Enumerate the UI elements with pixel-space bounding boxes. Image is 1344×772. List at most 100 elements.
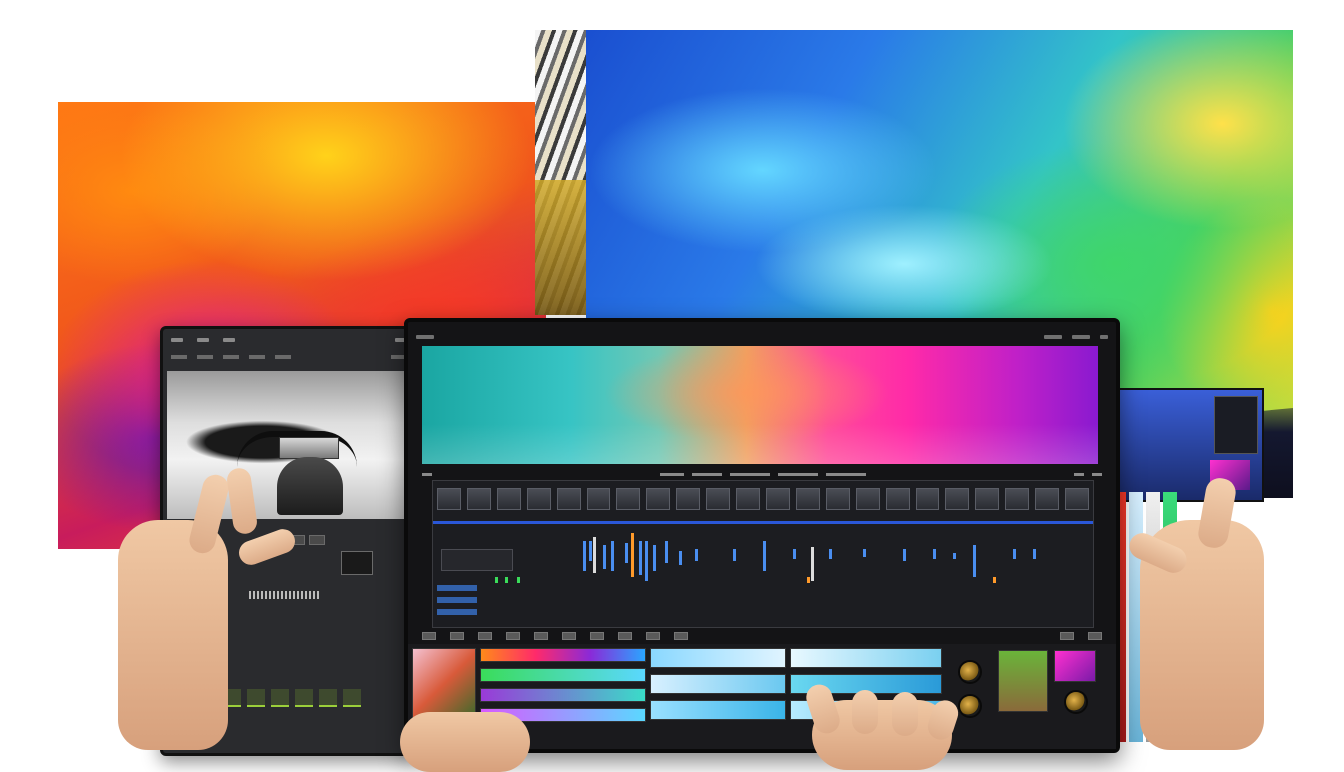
timeline-clip[interactable] [1035,488,1060,510]
timeline-clip[interactable] [795,488,820,510]
toolbar-icon[interactable] [422,472,432,476]
tablet-thumb[interactable] [295,689,313,707]
tablet-waveform [249,591,319,599]
video-editing-laptop [404,318,1120,753]
toolbar-icon[interactable] [826,472,866,476]
menu-icon[interactable] [1044,335,1062,339]
timeline-clip[interactable] [466,488,491,510]
timeline-clip[interactable] [736,488,760,510]
media-thumb-flowers[interactable] [412,648,476,720]
menu-icon[interactable] [1072,335,1090,339]
media-clip-strip[interactable] [650,674,786,694]
transport-button[interactable] [450,632,464,640]
audio-bar [495,577,498,583]
audio-bar [807,577,810,583]
transport-button[interactable] [590,632,604,640]
timeline-clip[interactable] [1005,488,1030,510]
transport-button[interactable] [506,632,520,640]
timeline-clip[interactable] [825,488,850,510]
audio-bar [583,541,586,571]
left-hand [118,520,228,750]
timeline-clip[interactable] [616,488,641,510]
tablet-thumbnail[interactable] [341,551,373,575]
media-clip-strip[interactable] [480,648,646,662]
timeline-playhead-line[interactable] [433,521,1093,524]
tablet-menu-icon[interactable] [197,338,209,342]
audio-bar [953,553,956,559]
timeline-clip[interactable] [1065,488,1089,510]
transport-button[interactable] [618,632,632,640]
transport-button[interactable] [534,632,548,640]
tool-icon[interactable] [249,355,265,359]
toolbar-icon[interactable] [1092,472,1102,476]
media-clip-strip[interactable] [650,648,786,668]
toolbar-icon[interactable] [778,472,818,476]
toolbar-icon[interactable] [1074,472,1084,476]
tablet-button[interactable] [309,535,325,545]
timeline-clip[interactable] [855,488,880,510]
timeline-clip[interactable] [706,488,731,510]
timeline-clip[interactable] [526,488,551,510]
media-clip-strip[interactable] [480,688,646,702]
toolbar-icon[interactable] [692,472,722,476]
media-thumb-pink[interactable] [1054,650,1096,682]
tool-icon[interactable] [275,355,291,359]
timeline-clip[interactable] [496,488,521,510]
tablet-thumb[interactable] [247,689,265,707]
laptop-menu-bar [416,330,1108,344]
timeline-clip[interactable] [646,488,671,510]
media-clip-strip[interactable] [790,648,942,668]
toolbar-icon[interactable] [730,472,770,476]
editor-toolbar [422,468,1102,480]
audio-bar [639,541,642,575]
tablet-menu-icon[interactable] [223,338,235,342]
timeline-clip[interactable] [945,488,970,510]
media-thumb-landscape[interactable] [998,650,1048,712]
menu-icon[interactable] [416,335,434,339]
timeline-clip[interactable] [885,488,910,510]
timeline-clip[interactable] [437,488,461,510]
transport-button[interactable] [562,632,576,640]
timeline-clip[interactable] [586,488,611,510]
secondary-monitor [1108,388,1264,502]
timeline-clip[interactable] [915,488,940,510]
tablet-thumb[interactable] [319,689,337,707]
tool-icon[interactable] [223,355,239,359]
timeline-clip[interactable] [975,488,1000,510]
transport-button[interactable] [1088,632,1102,640]
audio-bar [733,549,736,561]
control-knob-icon[interactable] [958,660,982,684]
transport-button[interactable] [478,632,492,640]
menu-icon[interactable] [1100,335,1108,339]
audio-bar [695,549,698,561]
tool-icon[interactable] [171,355,187,359]
tablet-thumb[interactable] [343,689,361,707]
transport-button[interactable] [422,632,436,640]
tool-icon[interactable] [197,355,213,359]
tablet-thumb[interactable] [271,689,289,707]
lower-left-hand [400,712,530,772]
media-clip-strip[interactable] [480,668,646,682]
audio-bar [645,541,648,581]
photo-clamp-shape [279,437,339,459]
timeline-clip[interactable] [556,488,581,510]
timeline-clip[interactable] [765,488,790,510]
track-label[interactable] [437,609,477,615]
track-name-box[interactable] [441,549,513,571]
transport-button[interactable] [1060,632,1074,640]
control-knob-icon[interactable] [1064,690,1088,714]
transport-button[interactable] [646,632,660,640]
track-label[interactable] [437,585,477,591]
transport-button[interactable] [674,632,688,640]
tablet-menu-icon[interactable] [171,338,183,342]
media-clip-strip[interactable] [650,700,786,720]
audio-bar [653,545,656,571]
track-label[interactable] [437,597,477,603]
control-knob-icon[interactable] [958,694,982,718]
timeline-panel[interactable] [432,480,1094,628]
timeline-clip[interactable] [676,488,701,510]
video-preview[interactable] [422,346,1098,464]
toolbar-icon[interactable] [660,472,684,476]
audio-bar [679,551,682,565]
audio-bar [829,549,832,559]
